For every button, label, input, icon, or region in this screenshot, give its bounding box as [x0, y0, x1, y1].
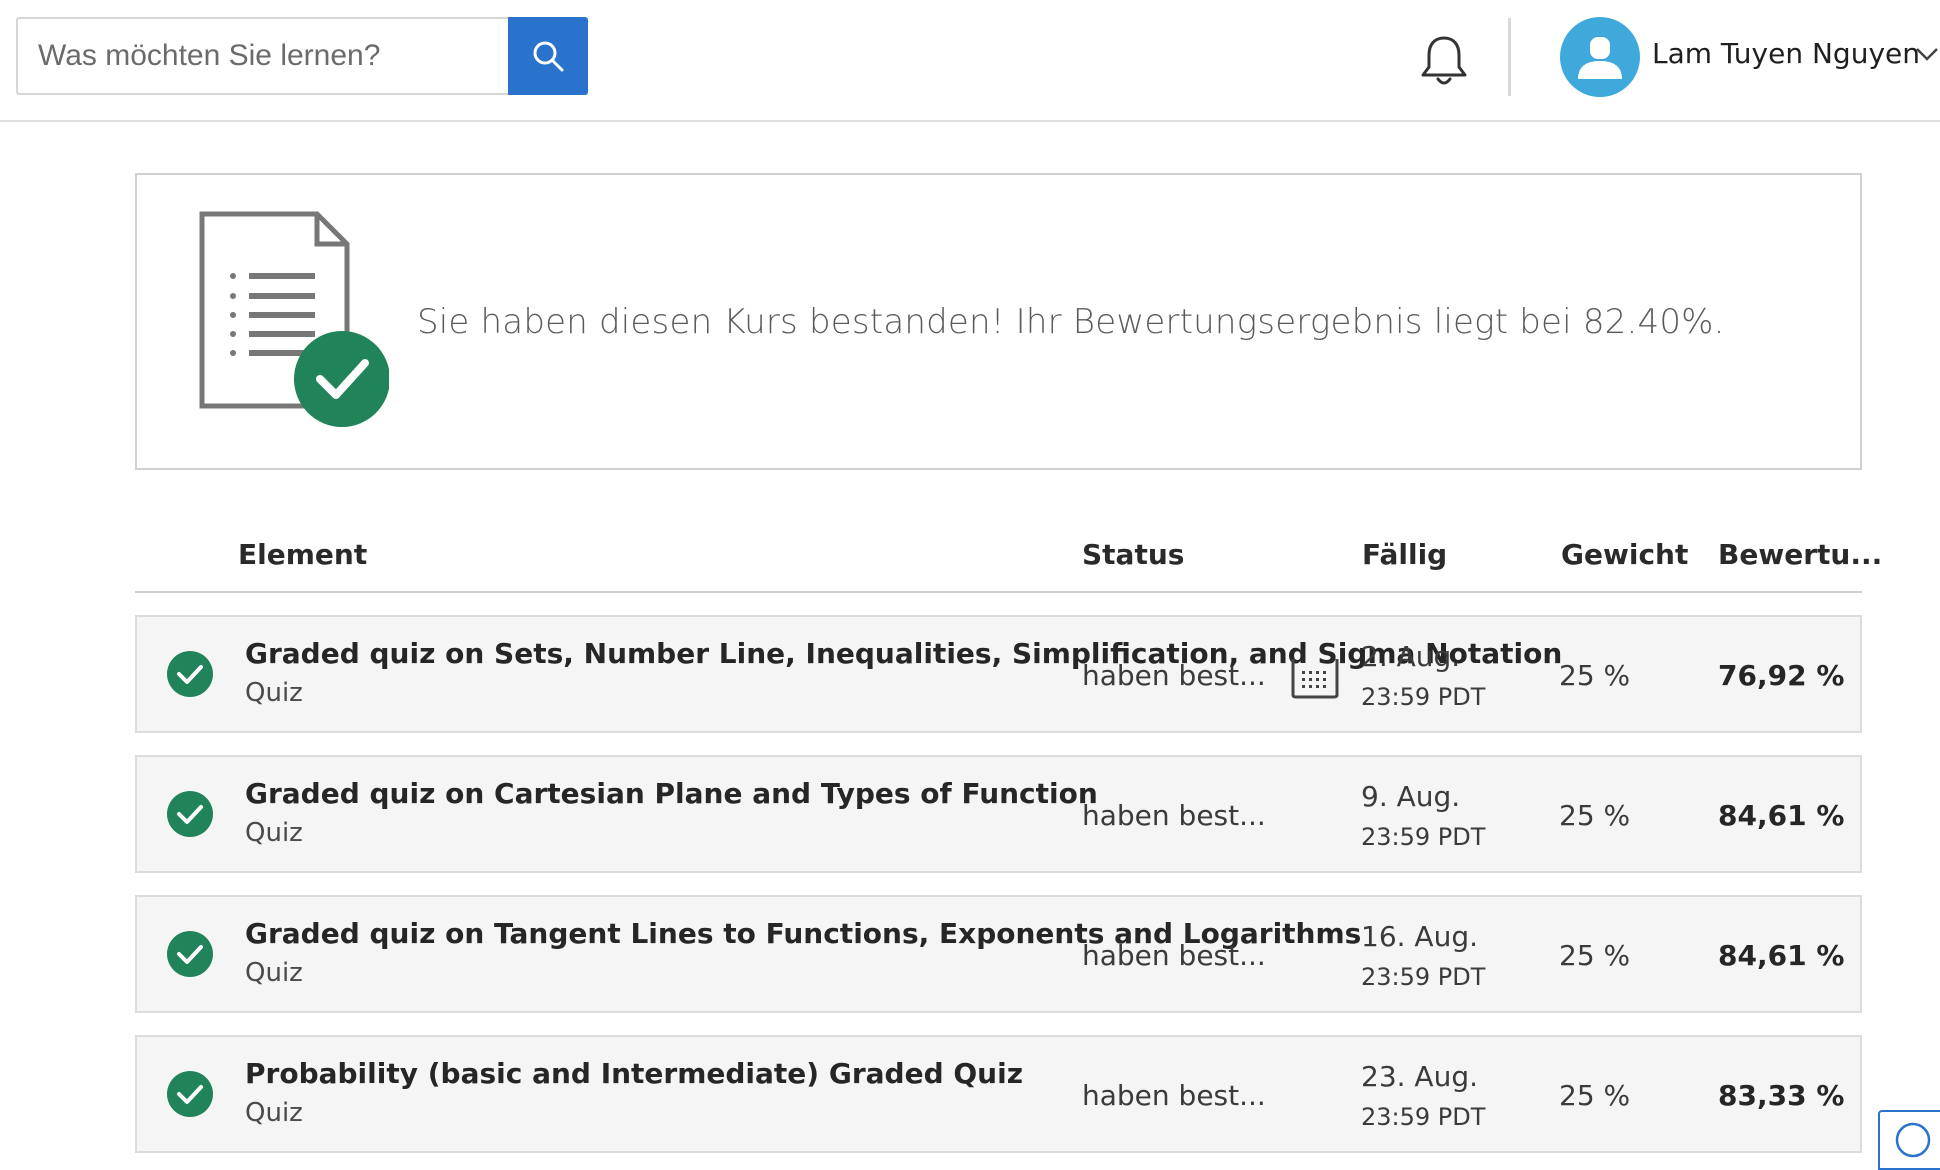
- column-header-status[interactable]: Status: [1082, 538, 1184, 571]
- table-row[interactable]: Graded quiz on Cartesian Plane and Types…: [135, 755, 1862, 873]
- banner-message: Sie haben diesen Kurs bestanden! Ihr Bew…: [417, 302, 1725, 342]
- item-grade: 84,61 %: [1718, 799, 1845, 832]
- item-due-date: 16. Aug.: [1361, 920, 1479, 953]
- search-icon: [533, 41, 564, 72]
- column-header-weight[interactable]: Gewicht: [1561, 538, 1688, 571]
- item-type: Quiz: [245, 678, 303, 708]
- item-grade: 76,92 %: [1718, 659, 1845, 692]
- chevron-down-icon: [1916, 48, 1938, 61]
- item-due-time: 23:59 PDT: [1361, 1103, 1486, 1131]
- search-button[interactable]: [508, 17, 588, 95]
- course-passed-banner: Sie haben diesen Kurs bestanden! Ihr Bew…: [135, 173, 1862, 470]
- header-divider: [1508, 18, 1511, 96]
- table-row[interactable]: Graded quiz on Tangent Lines to Function…: [135, 895, 1862, 1013]
- item-status: haben best...: [1082, 939, 1266, 972]
- column-header-element[interactable]: Element: [238, 538, 367, 571]
- item-weight: 25 %: [1559, 659, 1631, 692]
- check-circle-icon: [167, 931, 213, 977]
- item-grade: 84,61 %: [1718, 939, 1845, 972]
- item-type: Quiz: [245, 958, 303, 988]
- item-due-time: 23:59 PDT: [1361, 963, 1486, 991]
- check-circle-icon: [167, 1071, 213, 1117]
- check-circle-icon: [167, 651, 213, 697]
- item-due-date: 2. Aug.: [1361, 640, 1461, 673]
- help-icon: [1895, 1122, 1931, 1158]
- item-due-time: 23:59 PDT: [1361, 683, 1486, 711]
- item-due-date: 9. Aug.: [1361, 780, 1461, 813]
- item-status: haben best...: [1082, 799, 1266, 832]
- top-header: Lam Tuyen Nguyen: [0, 0, 1940, 122]
- item-weight: 25 %: [1559, 799, 1631, 832]
- item-status: haben best...: [1082, 659, 1266, 692]
- table-row[interactable]: Graded quiz on Sets, Number Line, Inequa…: [135, 615, 1862, 733]
- calendar-icon: [1291, 659, 1339, 699]
- bell-icon: [1421, 36, 1467, 85]
- document-check-icon: [199, 211, 389, 427]
- notifications-button[interactable]: [1415, 32, 1473, 90]
- item-weight: 25 %: [1559, 1079, 1631, 1112]
- check-circle-icon: [167, 791, 213, 837]
- item-weight: 25 %: [1559, 939, 1631, 972]
- item-title[interactable]: Graded quiz on Cartesian Plane and Types…: [245, 777, 1098, 810]
- column-header-due[interactable]: Fällig: [1362, 538, 1447, 571]
- item-status: haben best...: [1082, 1079, 1266, 1112]
- table-header-divider: [135, 591, 1862, 593]
- user-avatar-icon: [1578, 37, 1622, 79]
- user-name: Lam Tuyen Nguyen: [1652, 37, 1920, 70]
- item-type: Quiz: [245, 818, 303, 848]
- item-due-time: 23:59 PDT: [1361, 823, 1486, 851]
- item-type: Quiz: [245, 1098, 303, 1128]
- user-menu[interactable]: Lam Tuyen Nguyen: [1560, 17, 1940, 97]
- column-header-grade[interactable]: Bewertu...: [1718, 538, 1882, 571]
- search-input[interactable]: [16, 17, 508, 95]
- item-grade: 83,33 %: [1718, 1079, 1845, 1112]
- table-row[interactable]: Probability (basic and Intermediate) Gra…: [135, 1035, 1862, 1153]
- help-button[interactable]: [1878, 1110, 1940, 1170]
- avatar: [1560, 17, 1640, 97]
- item-title[interactable]: Probability (basic and Intermediate) Gra…: [245, 1057, 1023, 1090]
- item-due-date: 23. Aug.: [1361, 1060, 1479, 1093]
